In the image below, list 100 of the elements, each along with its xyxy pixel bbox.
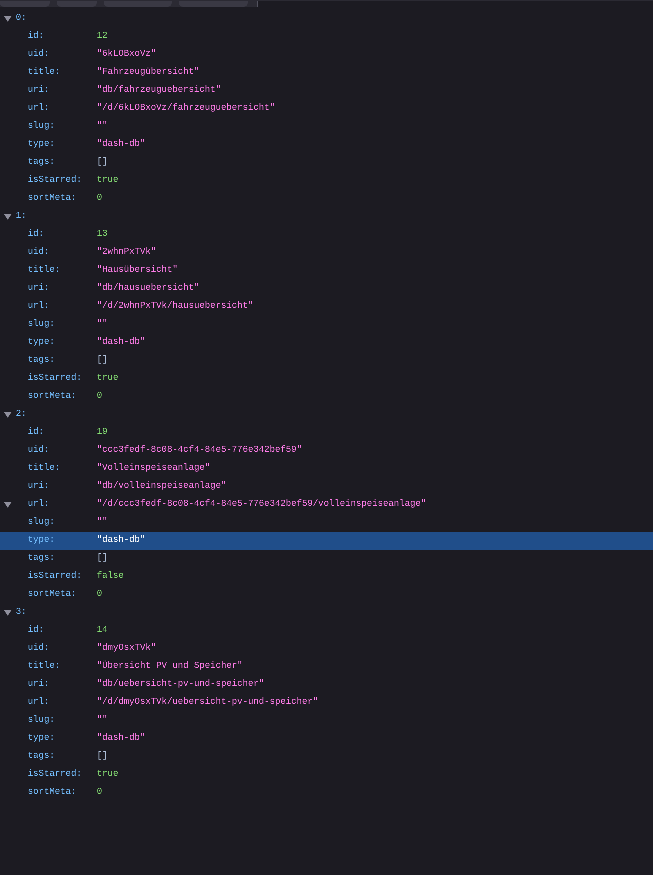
json-row[interactable]: sortMeta: 0	[0, 388, 653, 406]
json-row[interactable]: tags: []	[0, 748, 653, 766]
caret-icon[interactable]	[4, 502, 12, 508]
json-row[interactable]: tags: []	[0, 550, 653, 568]
property-value: "Übersicht PV und Speicher"	[97, 660, 243, 674]
property-value: "Volleinspeiseanlage"	[97, 462, 210, 476]
property-key: url:	[28, 498, 97, 512]
property-key: type:	[28, 336, 97, 350]
property-key: url:	[28, 300, 97, 314]
json-row[interactable]: id: 12	[0, 28, 653, 46]
json-row[interactable]: isStarred: true	[0, 370, 653, 388]
property-value: 0	[97, 390, 102, 404]
property-key: sortMeta:	[28, 192, 97, 206]
json-row[interactable]: title: "Fahrzeugübersicht"	[0, 64, 653, 82]
json-row[interactable]: title: "Übersicht PV und Speicher"	[0, 658, 653, 676]
json-row[interactable]: slug: ""	[0, 514, 653, 532]
property-value: "/d/ccc3fedf-8c08-4cf4-84e5-776e342bef59/volleinspeiseanlage"	[97, 498, 426, 512]
property-key: id:	[28, 624, 97, 638]
property-key: title:	[28, 462, 97, 476]
json-row[interactable]: sortMeta: 0	[0, 190, 653, 208]
property-key: isStarred:	[28, 174, 97, 188]
json-row[interactable]: uri: "db/uebersicht-pv-und-speicher"	[0, 676, 653, 694]
property-key: uid:	[28, 444, 97, 458]
property-value: "db/uebersicht-pv-und-speicher"	[97, 678, 264, 692]
property-key: sortMeta:	[28, 588, 97, 602]
property-value: []	[97, 552, 108, 566]
property-key: tags:	[28, 156, 97, 170]
property-value: []	[97, 750, 108, 764]
filter-field[interactable]	[257, 1, 653, 7]
property-value: "dash-db"	[97, 534, 146, 548]
json-row[interactable]: id: 13	[0, 226, 653, 244]
json-row[interactable]: uid: "ccc3fedf-8c08-4cf4-84e5-776e342bef59"	[0, 442, 653, 460]
json-row[interactable]: isStarred: true	[0, 172, 653, 190]
json-row[interactable]: url: "/d/ccc3fedf-8c08-4cf4-84e5-776e342bef59/volleinspeiseanlage"	[0, 496, 653, 514]
property-key: uid:	[28, 246, 97, 260]
json-row[interactable]: sortMeta: 0	[0, 586, 653, 604]
property-key: isStarred:	[28, 768, 97, 782]
property-value: "db/hausuebersicht"	[97, 282, 200, 296]
property-value: "ccc3fedf-8c08-4cf4-84e5-776e342bef59"	[97, 444, 302, 458]
property-key: id:	[28, 30, 97, 44]
property-value: "dash-db"	[97, 138, 146, 152]
property-value: "/d/dmyOsxTVk/uebersicht-pv-und-speicher"	[97, 696, 318, 710]
property-key: tags:	[28, 750, 97, 764]
json-row[interactable]: type: "dash-db"	[0, 334, 653, 352]
property-value: 14	[97, 624, 108, 638]
property-key: title:	[28, 264, 97, 278]
json-row[interactable]: uid: "6kLOBxoVz"	[0, 46, 653, 64]
json-row[interactable]: uri: "db/hausuebersicht"	[0, 280, 653, 298]
json-row[interactable]: id: 19	[0, 424, 653, 442]
property-key: uri:	[28, 84, 97, 98]
caret-icon[interactable]	[4, 412, 12, 418]
json-row[interactable]: sortMeta: 0	[0, 784, 653, 802]
json-row[interactable]: uri: "db/fahrzeuguebersicht"	[0, 82, 653, 100]
property-value: true	[97, 372, 119, 386]
property-key: slug:	[28, 318, 97, 332]
property-value: false	[97, 570, 124, 584]
json-row[interactable]: type: "dash-db"	[0, 136, 653, 154]
json-row[interactable]: type: "dash-db"	[0, 730, 653, 748]
json-row[interactable]: isStarred: true	[0, 766, 653, 784]
property-value: "Hausübersicht"	[97, 264, 178, 278]
property-value: "dash-db"	[97, 732, 146, 746]
property-value: 13	[97, 228, 108, 242]
json-row[interactable]: slug: ""	[0, 118, 653, 136]
property-value: 0	[97, 588, 102, 602]
json-row[interactable]: title: "Hausübersicht"	[0, 262, 653, 280]
caret-icon[interactable]	[4, 16, 12, 22]
property-value: ""	[97, 516, 108, 530]
json-row[interactable]: type: "dash-db"	[0, 532, 653, 550]
property-key: uri:	[28, 282, 97, 296]
json-row[interactable]: slug: ""	[0, 316, 653, 334]
json-row[interactable]: title: "Volleinspeiseanlage"	[0, 460, 653, 478]
property-key: id:	[28, 426, 97, 440]
json-row[interactable]: isStarred: false	[0, 568, 653, 586]
json-row[interactable]: uid: "dmyOsxTVk"	[0, 640, 653, 658]
caret-icon[interactable]	[4, 214, 12, 220]
property-key: slug:	[28, 120, 97, 134]
property-value: true	[97, 768, 119, 782]
json-row[interactable]: uid: "2whnPxTVk"	[0, 244, 653, 262]
property-value: "db/volleinspeiseanlage"	[97, 480, 227, 494]
property-key: isStarred:	[28, 570, 97, 584]
json-row[interactable]: slug: ""	[0, 712, 653, 730]
property-value: "6kLOBxoVz"	[97, 48, 156, 62]
property-value: ""	[97, 714, 108, 728]
property-value: 0	[97, 192, 102, 206]
property-key: tags:	[28, 354, 97, 368]
property-value: "dash-db"	[97, 336, 146, 350]
json-row[interactable]: url: "/d/6kLOBxoVz/fahrzeuguebersicht"	[0, 100, 653, 118]
array-index: 1:	[16, 210, 27, 224]
property-key: uri:	[28, 678, 97, 692]
property-key: uri:	[28, 480, 97, 494]
property-value: "/d/6kLOBxoVz/fahrzeuguebersicht"	[97, 102, 276, 116]
json-row[interactable]: url: "/d/2whnPxTVk/hausuebersicht"	[0, 298, 653, 316]
array-index: 3:	[16, 606, 27, 620]
json-row[interactable]: id: 14	[0, 622, 653, 640]
caret-icon[interactable]	[4, 610, 12, 616]
json-row[interactable]: tags: []	[0, 352, 653, 370]
json-row[interactable]: tags: []	[0, 154, 653, 172]
json-row[interactable]: url: "/d/dmyOsxTVk/uebersicht-pv-und-speicher"	[0, 694, 653, 712]
property-key: isStarred:	[28, 372, 97, 386]
json-row[interactable]: uri: "db/volleinspeiseanlage"	[0, 478, 653, 496]
